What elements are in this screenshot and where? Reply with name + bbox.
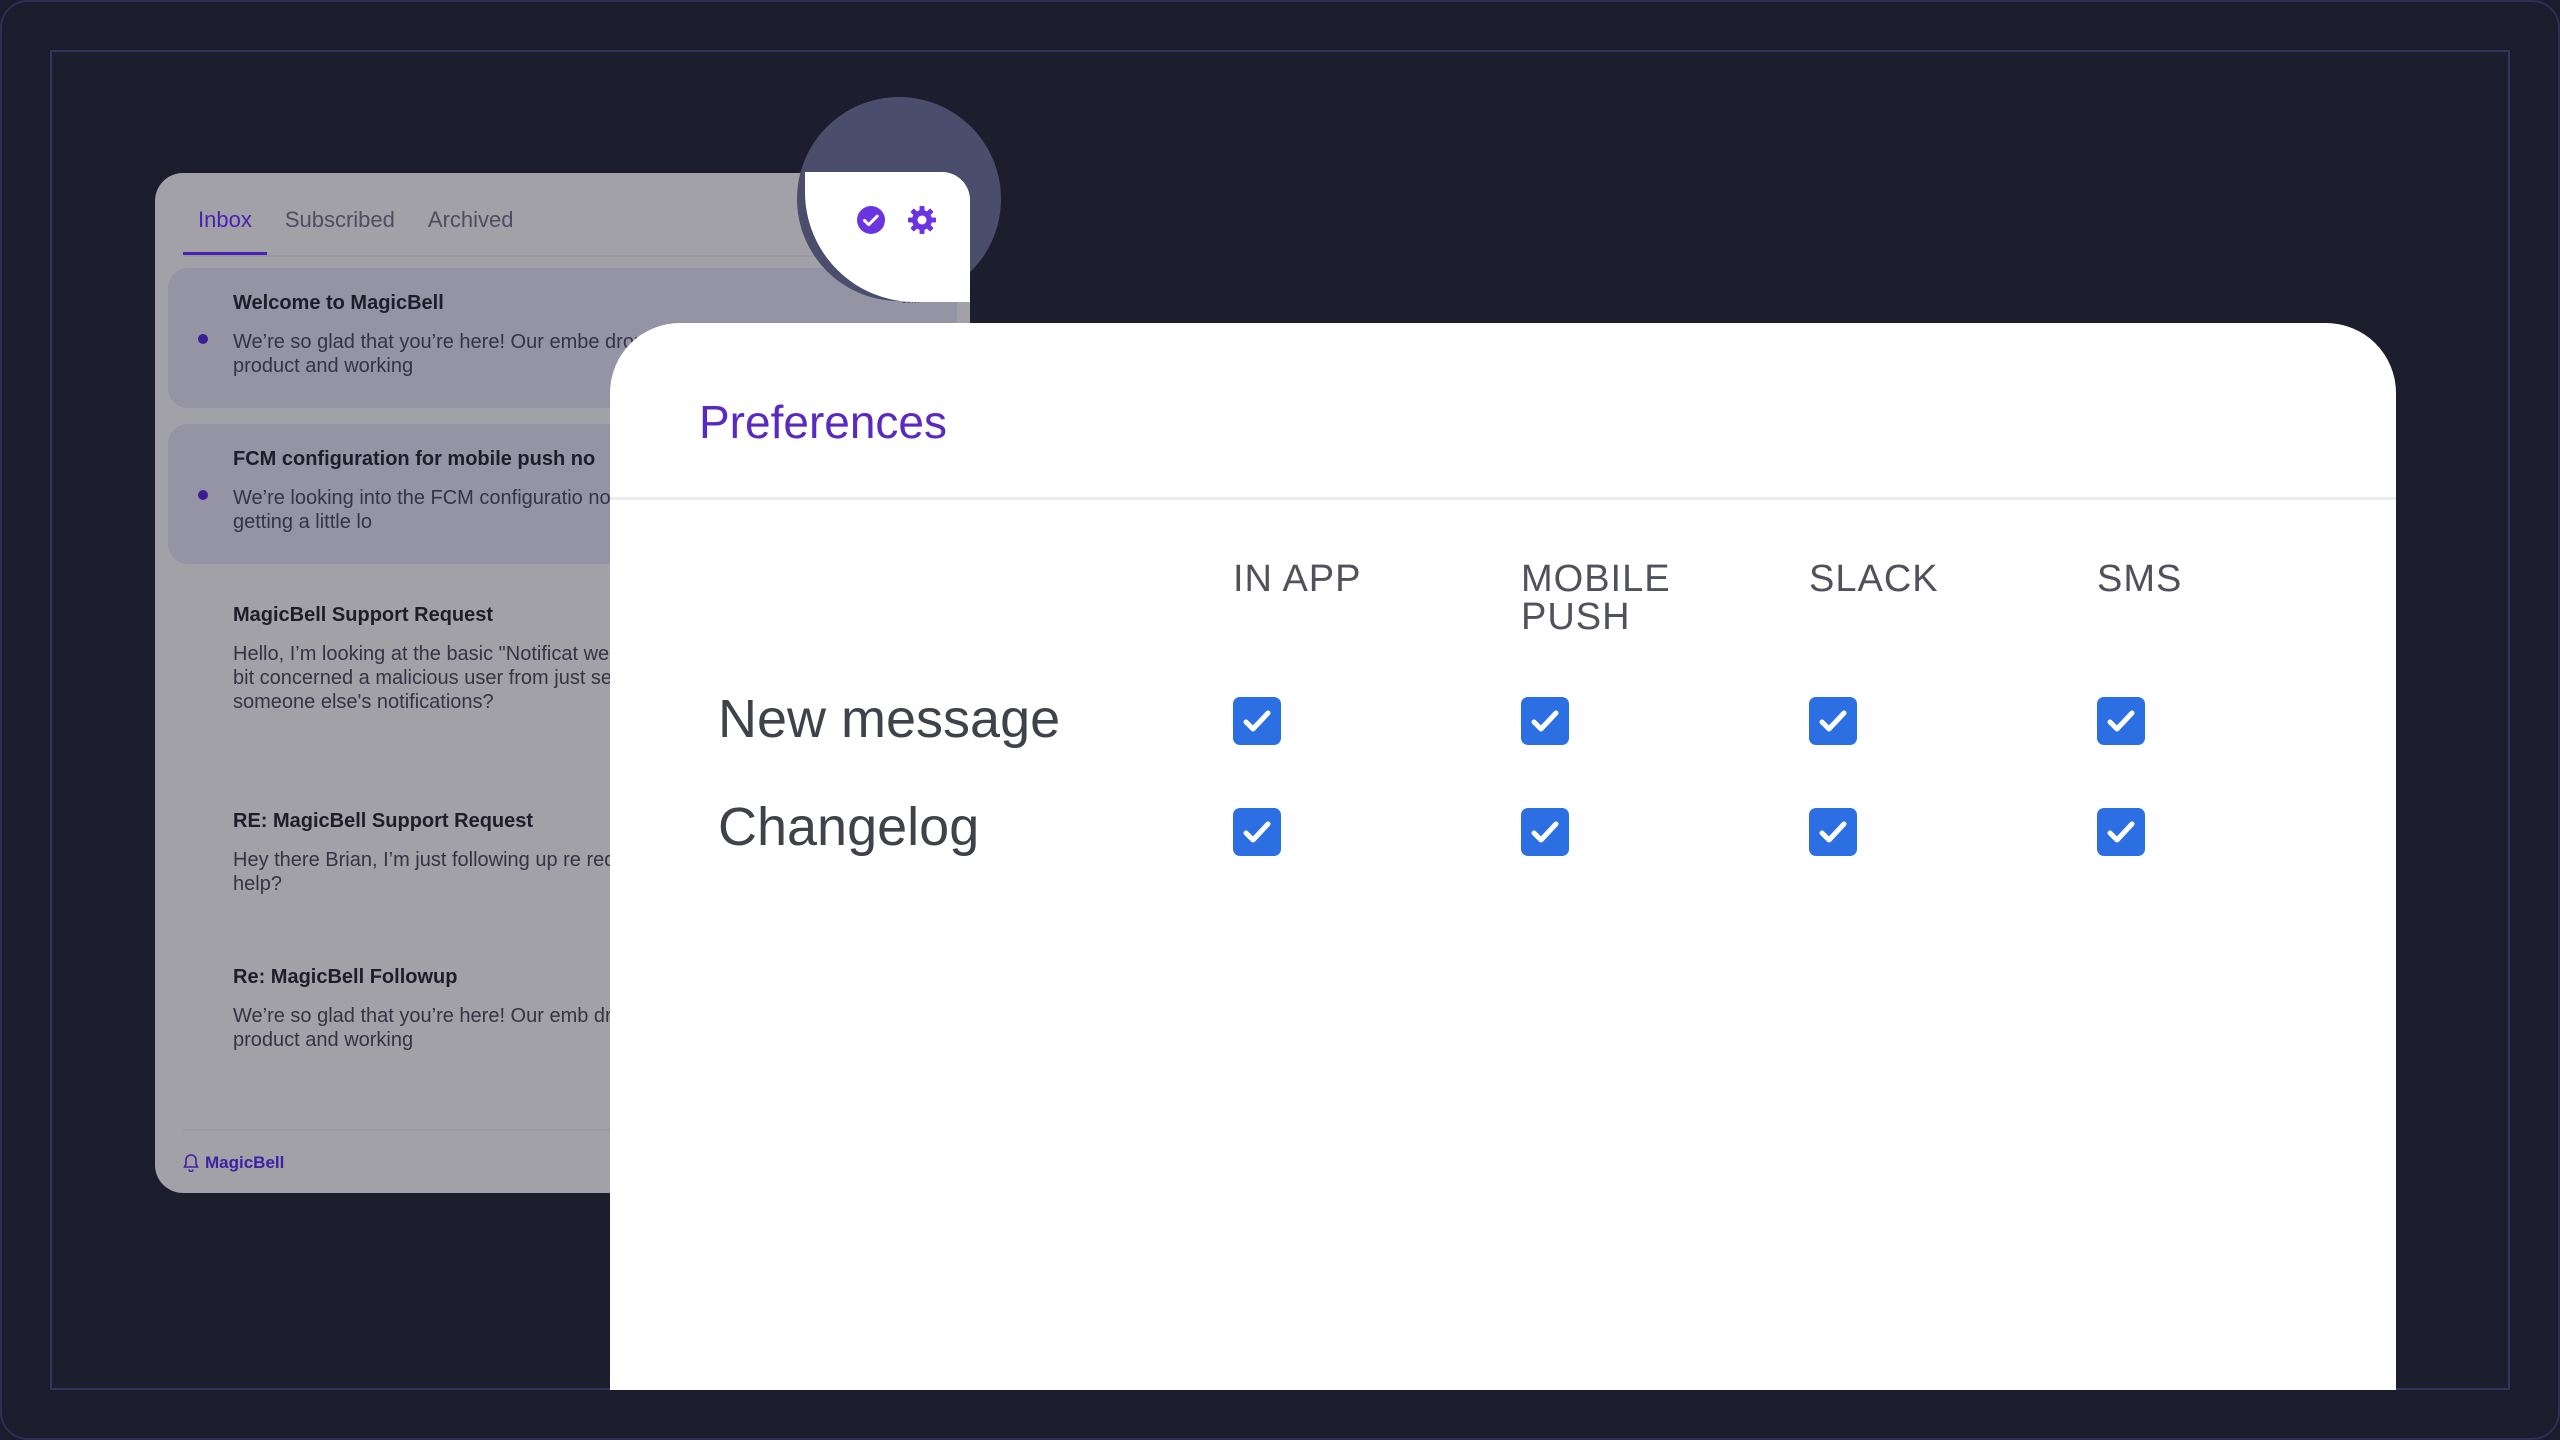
unread-dot <box>198 334 208 344</box>
checkmark-icon <box>2107 821 2135 843</box>
preferences-divider <box>610 497 2396 500</box>
checkbox-changelog-slack[interactable] <box>1809 808 1857 856</box>
checkbox-new-message-mobile-push[interactable] <box>1521 697 1569 745</box>
bell-icon <box>183 1154 199 1172</box>
inbox-footer: MagicBell <box>183 1153 284 1173</box>
checkbox-new-message-in-app[interactable] <box>1233 697 1281 745</box>
item-title: Welcome to MagicBell <box>233 292 444 314</box>
tab-archived[interactable]: Archived <box>413 173 529 255</box>
checkmark-icon <box>1819 821 1847 843</box>
checkbox-changelog-mobile-push[interactable] <box>1521 808 1569 856</box>
gear-icon[interactable] <box>907 205 937 235</box>
footer-brand: MagicBell <box>205 1153 285 1172</box>
checkmark-icon <box>1531 710 1559 732</box>
checkmark-icon <box>1819 710 1847 732</box>
checkbox-new-message-sms[interactable] <box>2097 697 2145 745</box>
column-in-app: IN APP <box>1233 558 1362 600</box>
column-mobile-push: MOBILE PUSH <box>1521 558 1671 638</box>
unread-dot <box>198 490 208 500</box>
preferences-title: Preferences <box>699 396 948 448</box>
row-label-new-message: New message <box>718 689 1061 749</box>
tab-subscribed[interactable]: Subscribed <box>270 173 410 255</box>
column-slack: SLACK <box>1809 558 1939 600</box>
checkmark-icon <box>2107 710 2135 732</box>
checkmark-icon <box>1243 821 1271 843</box>
preferences-panel: Preferences IN APP MOBILE PUSH SLACK SMS… <box>610 323 2396 1390</box>
checkmark-icon <box>1243 710 1271 732</box>
checkbox-changelog-sms[interactable] <box>2097 808 2145 856</box>
inbox-tabs: Inbox Subscribed Archived <box>183 173 532 255</box>
tab-inbox[interactable]: Inbox <box>183 173 267 255</box>
row-label-changelog: Changelog <box>718 797 980 857</box>
checkbox-new-message-slack[interactable] <box>1809 697 1857 745</box>
checkbox-changelog-in-app[interactable] <box>1233 808 1281 856</box>
checkmark-icon <box>1531 821 1559 843</box>
check-circle-icon[interactable] <box>856 205 886 235</box>
column-sms: SMS <box>2097 558 2183 600</box>
